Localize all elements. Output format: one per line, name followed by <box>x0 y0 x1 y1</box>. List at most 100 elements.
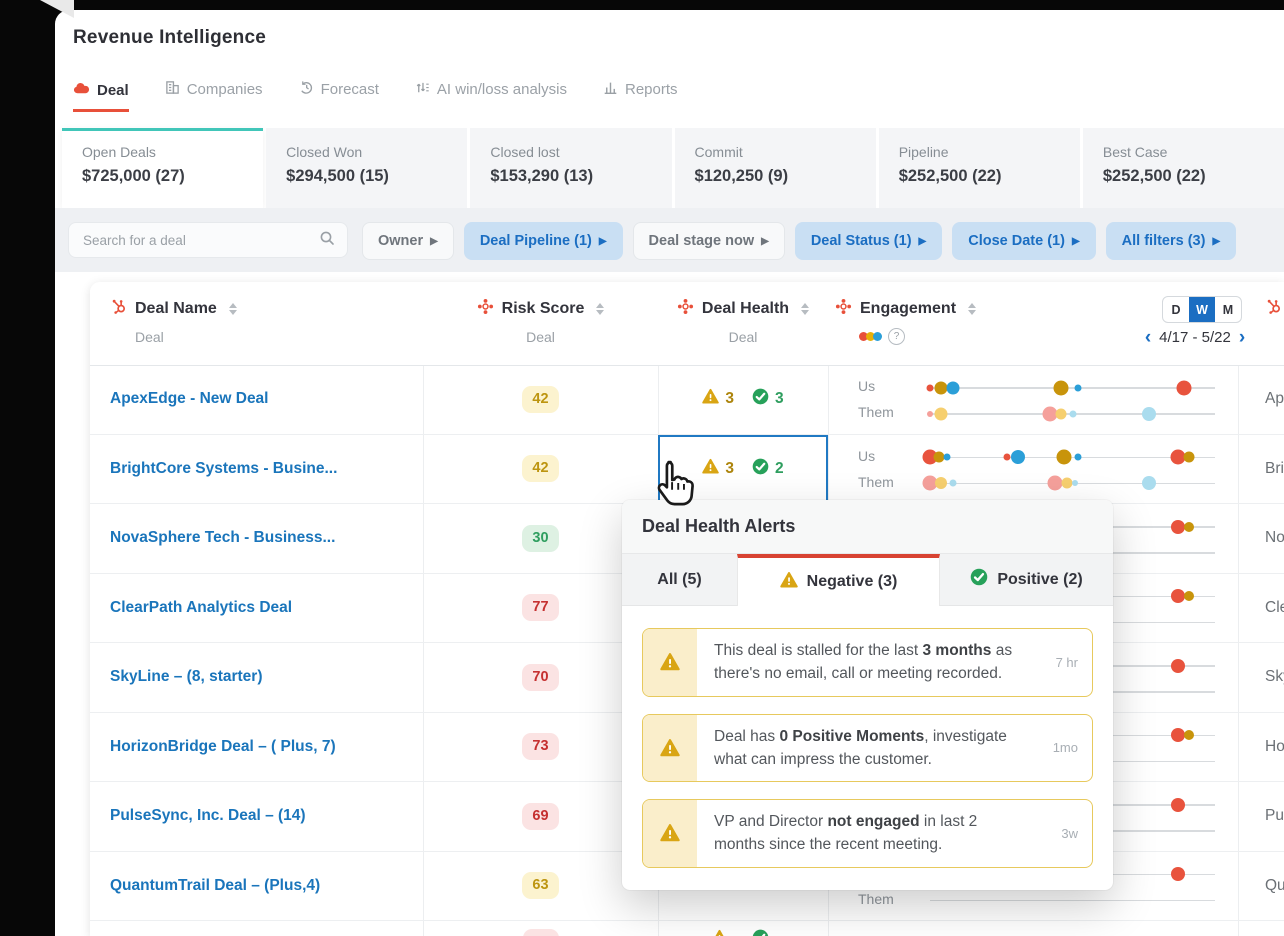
hubspot-sprocket-icon <box>110 298 127 320</box>
card-value: $120,250 (9) <box>694 167 789 185</box>
check-icon <box>752 458 769 480</box>
column-header-engagement[interactable]: Engagement ? <box>835 298 977 345</box>
tab-reports[interactable]: Reports <box>603 80 678 112</box>
flower-icon <box>835 298 852 320</box>
table-row[interactable]: BrightCore Systems - Busine... 42 3 2 Us Them… <box>90 434 1284 504</box>
search-box[interactable] <box>68 222 348 258</box>
sort-icon[interactable] <box>596 303 605 315</box>
engagement-dot <box>1142 406 1157 421</box>
engagement-dot <box>1183 451 1195 463</box>
date-range: 4/17 - 5/22 <box>1159 329 1231 346</box>
negative-count: 3 <box>725 390 734 408</box>
alert-time: 7 hr <box>1055 654 1078 670</box>
summary-card-commit[interactable]: Commit $120,250 (9) <box>674 128 876 208</box>
filter-owner[interactable]: Owner ▶ <box>362 222 454 260</box>
engagement-dot <box>1170 797 1185 812</box>
company-cell: ClearPath <box>1265 598 1284 616</box>
column-header-company[interactable]: Company Deal <box>1238 298 1284 345</box>
table-row[interactable]: ApexEdge - New Deal4233UsThemApexEdge <box>90 365 1284 435</box>
filter-close-date-1[interactable]: Close Date (1) ▶ <box>952 222 1096 260</box>
positive-count: 3 <box>775 390 784 408</box>
table-row[interactable]: UsThem <box>90 921 1284 936</box>
company-cell: HorizonBridge <box>1265 737 1284 755</box>
alert-time: 3w <box>1061 825 1078 841</box>
engagement-dot <box>1011 450 1026 465</box>
filter-label: Owner <box>378 233 424 249</box>
chevron-right-icon: ▶ <box>918 235 927 247</box>
engagement-track <box>926 380 1215 396</box>
sort-icon[interactable] <box>228 303 237 315</box>
column-header-deal-name[interactable]: Deal Name Deal <box>110 298 237 345</box>
period-d[interactable]: D <box>1163 297 1189 322</box>
chevron-right-icon: ▶ <box>430 235 438 247</box>
engagement-track <box>922 449 1215 465</box>
positive-count: 2 <box>775 459 784 477</box>
tab-label: AI win/loss analysis <box>436 81 567 98</box>
deal-name-link[interactable]: QuantumTrail Deal – (Plus,4) <box>110 852 410 921</box>
chevron-left-icon[interactable]: ‹ <box>1145 328 1151 347</box>
deal-name-link[interactable]: HorizonBridge Deal – ( Plus, 7) <box>110 713 410 782</box>
card-label: Open Deals <box>82 144 156 160</box>
deal-health-cell[interactable]: 33 <box>658 365 828 434</box>
filter-bar: Owner▶Deal Pipeline (1)▶Deal stage now▶D… <box>55 208 1284 272</box>
tab-forecast[interactable]: Forecast <box>299 80 379 112</box>
period-w[interactable]: W <box>1189 297 1215 322</box>
column-subtitle: Deal <box>728 329 758 345</box>
deal-name-link[interactable]: ClearPath Analytics Deal <box>110 574 410 643</box>
sort-icon[interactable] <box>968 303 977 315</box>
tab-deal[interactable]: Deal <box>73 81 129 112</box>
summary-card-open-deals[interactable]: Open Deals $725,000 (27) <box>62 128 264 208</box>
summary-card-pipeline[interactable]: Pipeline $252,500 (22) <box>878 128 1080 208</box>
engagement-legend: ? <box>859 328 976 345</box>
filter-chips: Owner ▶ Deal Pipeline (1) ▶ Deal stage now ▶ D… <box>362 222 1237 260</box>
engagement-cell: UsThem <box>828 921 1238 936</box>
column-title: Engagement <box>860 300 957 317</box>
filter-deal-status-1[interactable]: Deal Status (1) ▶ <box>794 222 943 260</box>
deal-health-cell[interactable] <box>658 921 828 936</box>
summary-card-closed-lost[interactable]: Closed lost $153,290 (13) <box>470 128 672 208</box>
engagement-dot <box>1061 477 1073 489</box>
chevron-right-icon: ▶ <box>598 235 607 247</box>
alert-text: Deal has 0 Positive Moments, investigate… <box>714 727 1007 768</box>
deal-name-link[interactable]: BrightCore Systems - Busine... <box>110 435 410 504</box>
search-input[interactable] <box>81 231 319 249</box>
summary-card-closed-won[interactable]: Closed Won $294,500 (15) <box>266 128 468 208</box>
column-header-deal-health[interactable]: Deal Health Deal <box>658 298 828 345</box>
help-icon[interactable]: ? <box>888 328 905 345</box>
warning-icon <box>711 929 728 936</box>
popup-tab-all-5[interactable]: All (5) <box>622 554 737 606</box>
deal-name-link[interactable]: SkyLine – (8, starter) <box>110 643 410 712</box>
forecast-icon <box>299 80 314 99</box>
popup-tab-negative-3[interactable]: Negative (3) <box>737 554 940 606</box>
engagement-side-label: Them <box>858 890 894 907</box>
card-value: $725,000 (27) <box>82 167 185 185</box>
summary-card-best-case[interactable]: Best Case $252,500 (22) <box>1082 128 1284 208</box>
column-subtitle: Deal <box>526 329 555 345</box>
deal-name-link[interactable] <box>110 921 410 936</box>
tab-companies[interactable]: Companies <box>165 80 263 112</box>
column-header-risk-score[interactable]: Risk Score Deal <box>423 298 658 345</box>
deal-name-link[interactable]: PulseSync, Inc. Deal – (14) <box>110 782 410 851</box>
deal-name-link[interactable]: ApexEdge - New Deal <box>110 365 410 434</box>
engagement-dot <box>1072 480 1079 487</box>
warning-icon <box>779 571 798 594</box>
filter-deal-pipeline-1[interactable]: Deal Pipeline (1) ▶ <box>463 222 623 260</box>
summary-cards: Open Deals $725,000 (27) Closed Won $294,50… <box>62 128 1284 208</box>
risk-score-badge: 42 <box>522 385 559 413</box>
risk-score-badge: 70 <box>522 663 559 691</box>
popup-tab-positive-2[interactable]: Positive (2) <box>940 554 1113 606</box>
engagement-dot <box>1069 410 1076 418</box>
filter-all-filters-3[interactable]: All filters (3) ▶ <box>1105 222 1237 260</box>
tab-ai-win-loss-analysis[interactable]: AI win/loss analysis <box>415 80 567 112</box>
filter-deal-stage-now[interactable]: Deal stage now ▶ <box>632 222 785 260</box>
deal-name-link[interactable]: NovaSphere Tech - Business... <box>110 504 410 573</box>
sort-icon[interactable] <box>801 303 810 315</box>
filter-label: Deal Status (1) <box>810 233 912 249</box>
card-value: $294,500 (15) <box>286 167 389 185</box>
deal-health-cell[interactable]: 32 <box>658 434 828 503</box>
card-label: Best Case <box>1102 144 1168 160</box>
engagement-track <box>930 899 1215 901</box>
risk-score-badge: 77 <box>522 594 559 622</box>
engagement-dot <box>1184 521 1195 532</box>
popup-tab-label: All (5) <box>657 570 702 588</box>
